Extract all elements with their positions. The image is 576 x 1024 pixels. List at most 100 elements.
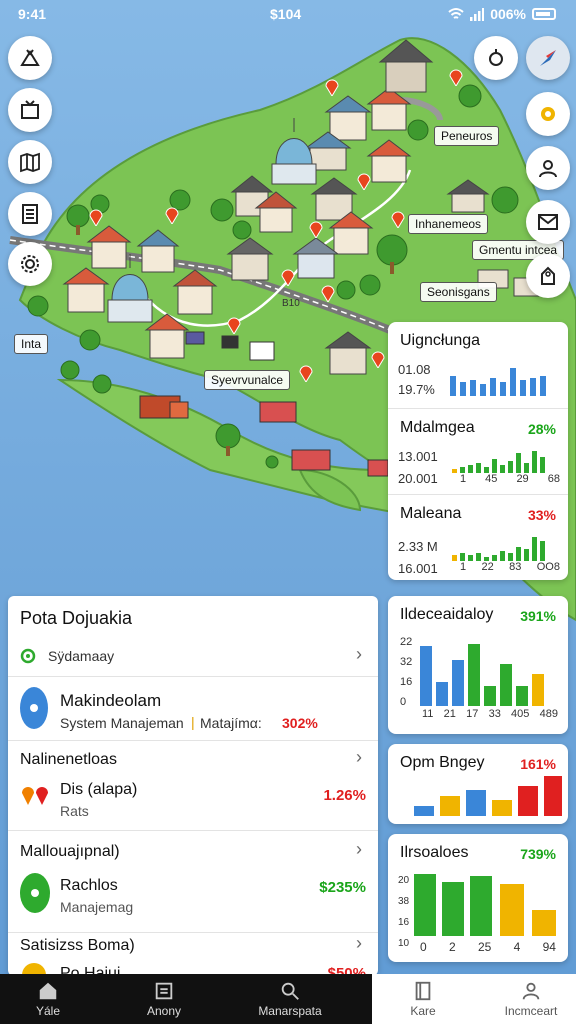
map-pin-icon[interactable]	[280, 266, 296, 286]
map-pin-icon[interactable]	[308, 218, 324, 238]
map-pin-icon[interactable]	[324, 76, 340, 96]
panel-search-row[interactable]: Sÿdamaay ›	[8, 636, 378, 674]
tag-button[interactable]	[526, 254, 570, 298]
map-pin-icon[interactable]	[320, 282, 336, 302]
list-item-title: Makindeolam	[60, 691, 162, 710]
sun-filter-button[interactable]	[526, 92, 570, 136]
list-item-title: Rachlos	[60, 877, 118, 894]
map-pin-icon[interactable]	[390, 208, 406, 228]
map-label-peneuros[interactable]: Peneuros	[434, 126, 500, 146]
chart-x-ticks: 0 2 25 4 94	[420, 940, 556, 954]
location-search-icon	[489, 49, 503, 66]
x-tick-label: 17	[466, 708, 479, 720]
stat-chart-card[interactable]: Ildeceaidaloy 391% 22 32 16 0 11 21 17 3…	[388, 596, 568, 734]
map-pin-icon[interactable]	[298, 362, 314, 382]
chevron-right-icon[interactable]: ›	[356, 747, 362, 768]
nav-label: Incmceart	[504, 1004, 558, 1018]
map-tool-button[interactable]	[8, 36, 52, 80]
section-header: Nalinenetloas	[20, 751, 117, 768]
map-pin-icon[interactable]	[88, 206, 104, 226]
status-center: $104	[270, 6, 302, 22]
list-item-subtitle: System Manajeman	[60, 715, 184, 731]
stat-card-value: 20.001	[398, 471, 438, 486]
map-view-button[interactable]	[8, 140, 52, 184]
nav-label: Kare	[410, 1004, 436, 1018]
stat-chart-card[interactable]: Opm Bngey 161%	[388, 744, 568, 824]
chevron-right-icon[interactable]: ›	[356, 933, 362, 954]
nav-item-home[interactable]: Yále	[20, 980, 76, 1018]
map-label-inhanemeos[interactable]: Inhanemeos	[408, 214, 489, 234]
stat-card[interactable]: Mdalmgea 28% 13.001 20.001 1 45 29 68	[388, 408, 568, 494]
list-item[interactable]: Makindeolam System Manajeman | Matajímα:…	[8, 676, 378, 738]
list-icon	[155, 982, 173, 1000]
x-tick-label: 25	[477, 940, 492, 954]
section-header: Mallouajıpnal)	[20, 843, 120, 860]
places-pin-icon	[22, 787, 48, 805]
mail-button[interactable]	[526, 200, 570, 244]
list-item[interactable]: Nalinenetloas › Dis (alapa) Rats 1.26%	[8, 740, 378, 828]
x-tick-label: 0	[420, 940, 427, 954]
status-time: 9:41	[18, 6, 47, 22]
map-pin-icon[interactable]	[370, 348, 386, 368]
details-panel: Pota Dojuakia Sÿdamaay › Makindeolam Sys…	[8, 596, 378, 976]
google-maps-icon	[20, 648, 36, 664]
map-label-inta[interactable]: Inta	[14, 334, 49, 354]
layers-button[interactable]	[8, 88, 52, 132]
chevron-right-icon[interactable]: ›	[356, 839, 362, 860]
map-label-syevrvunalce[interactable]: Syevrvunalce	[204, 370, 291, 390]
profile-button[interactable]	[526, 146, 570, 190]
stat-chart-card[interactable]: Ilrsoaloes 739% 20 38 16 10 0 2 25 4 94	[388, 834, 568, 962]
stat-card-value: 13.001	[398, 449, 438, 464]
x-tick-label: 29	[516, 473, 529, 485]
map-pin-icon[interactable]	[226, 314, 242, 334]
map-pin-icon[interactable]	[164, 204, 180, 224]
battery-percent: 006%	[490, 6, 526, 22]
x-tick-label: 4	[513, 940, 521, 954]
stat-card-value: 01.08	[398, 362, 431, 377]
stat-card-title: Uigncłunga	[400, 332, 481, 349]
map-pin-icon[interactable]	[448, 66, 464, 86]
nav-label: Manarspata	[258, 1004, 322, 1018]
x-tick-label: 33	[488, 708, 501, 720]
y-tick-label: 32	[400, 656, 413, 668]
stat-card-value: 2.33 M	[398, 539, 438, 554]
x-tick-label: 83	[509, 561, 522, 573]
nav-label: Yále	[35, 1004, 61, 1018]
settings-button[interactable]	[8, 242, 52, 286]
chart-y-ticks: 20 38 16 10	[398, 870, 409, 954]
x-tick-label: 2	[448, 940, 456, 954]
x-tick-label: 94	[542, 940, 556, 954]
x-tick-label: 489	[539, 708, 558, 720]
search-icon	[281, 982, 299, 1000]
compass-button[interactable]	[526, 36, 570, 80]
location-dot-icon	[20, 687, 48, 729]
stat-card-percent: 161%	[520, 756, 556, 772]
map-label-seonisgans[interactable]: Seonisgans	[420, 282, 497, 302]
list-button[interactable]	[8, 192, 52, 236]
status-right: 006%	[448, 6, 556, 22]
search-map-button[interactable]	[474, 36, 518, 80]
panel-title: Pota Dojuakia	[20, 608, 133, 628]
x-tick-label: 405	[511, 708, 530, 720]
nav-item-search[interactable]: Manarspata	[250, 980, 330, 1018]
chevron-right-icon[interactable]: ›	[356, 644, 362, 665]
stat-card[interactable]: Uigncłunga 01.08 19.7%	[388, 322, 568, 408]
list-item[interactable]: Satisizss Boma) › Po Hajui $50%	[8, 932, 378, 976]
y-tick-label: 16	[398, 917, 410, 928]
stat-card-title: Maleana	[400, 505, 462, 522]
gear-icon	[21, 255, 39, 273]
list-item[interactable]: Mallouajıpnal) › Rachlos Manajemag $235%	[8, 830, 378, 940]
list-item-subtitle: Manajemag	[60, 899, 134, 915]
x-tick-label: OO8	[536, 561, 560, 573]
stat-card[interactable]: Maleana 33% 2.33 M 16.001 1 22 83 OO8	[388, 494, 568, 580]
list-item-value: 302%	[282, 715, 318, 731]
nav-item-user[interactable]: Incmceart	[494, 980, 568, 1018]
map-pin-icon[interactable]	[356, 170, 372, 190]
nav-item-book[interactable]: Kare	[398, 980, 448, 1018]
chart-x-ticks: 11 21 17 33 405 489	[422, 708, 558, 720]
x-tick-label: 21	[443, 708, 456, 720]
stat-card-percent: 739%	[520, 846, 556, 862]
nav-label: Anony	[146, 1004, 182, 1018]
nav-item-list[interactable]: Anony	[132, 980, 196, 1018]
y-tick-label: 38	[398, 896, 410, 907]
